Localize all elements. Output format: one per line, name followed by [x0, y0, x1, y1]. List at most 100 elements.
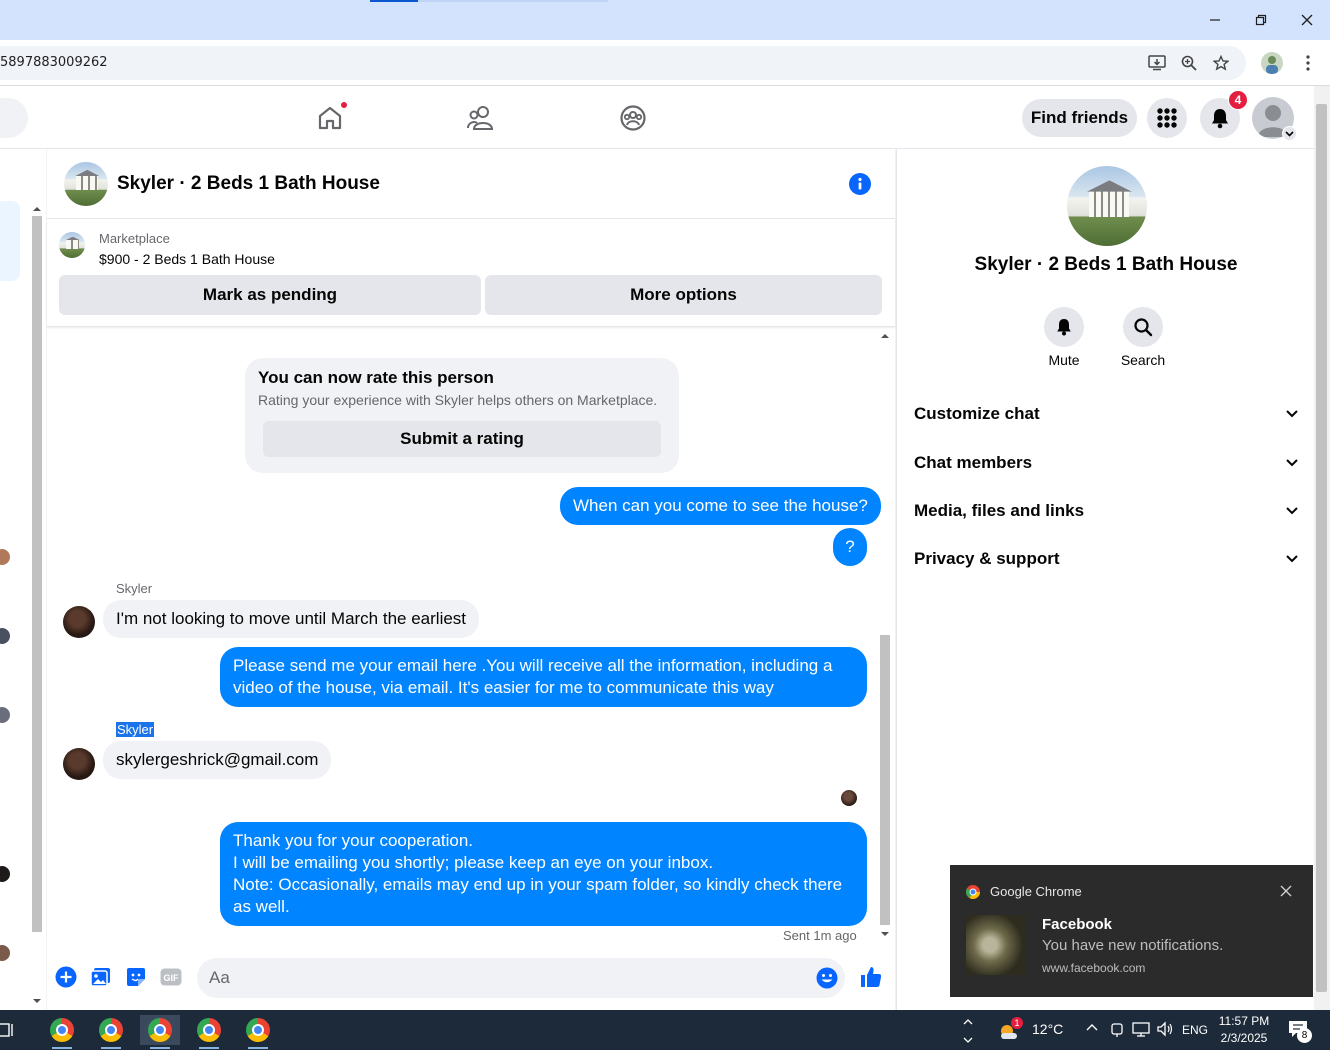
conversation-title[interactable]: Skyler · 2 Beds 1 Bath House [117, 173, 380, 195]
notification-image [966, 915, 1026, 975]
message-line: Note: Occasionally, emails may end up in… [233, 875, 843, 916]
chrome-taskbar-icon[interactable] [42, 1015, 82, 1049]
listing-thumbnail[interactable] [59, 232, 85, 258]
chat-list-avatar[interactable] [0, 866, 10, 882]
mute-button[interactable] [1044, 307, 1084, 347]
menu-grid-icon[interactable] [1147, 98, 1187, 138]
temperature[interactable]: 12°C [1032, 1021, 1063, 1037]
chevron-down-icon [1286, 507, 1298, 515]
find-friends-button[interactable]: Find friends [1022, 99, 1137, 137]
outgoing-message[interactable]: Thank you for your cooperation. I will b… [220, 822, 867, 926]
account-chevron-icon[interactable] [1282, 126, 1297, 141]
address-bar-row: 5897883009262 [0, 40, 1330, 86]
close-window-icon[interactable] [1292, 6, 1322, 34]
attach-photo-icon[interactable] [89, 965, 113, 989]
tab-strip-indicator[interactable] [418, 0, 608, 2]
system-clock[interactable]: 11:57 PM 2/3/2025 [1210, 1013, 1278, 1047]
active-tab-indicator[interactable] [370, 0, 418, 2]
network-icon[interactable] [1132, 1021, 1150, 1037]
search-button[interactable] [1123, 307, 1163, 347]
listing-price-title[interactable]: $900 - 2 Beds 1 Bath House [99, 251, 275, 267]
taskbar-scroll-arrows-icon[interactable] [958, 1015, 978, 1045]
facebook-search-box[interactable] [0, 98, 28, 138]
incoming-message[interactable]: skylergeshrick@gmail.com [103, 741, 332, 779]
omnibox[interactable]: 5897883009262 [0, 46, 1246, 80]
chat-list-avatar[interactable] [0, 707, 10, 723]
selected-chat-highlight[interactable] [0, 201, 20, 281]
mark-as-pending-button[interactable]: Mark as pending [59, 275, 481, 315]
browser-menu-icon[interactable] [1298, 50, 1318, 76]
details-title: Skyler · 2 Beds 1 Bath House [974, 254, 1238, 275]
more-actions-plus-icon[interactable] [54, 965, 78, 989]
friends-icon[interactable] [463, 100, 499, 136]
customize-chat-row[interactable]: Customize chat [914, 394, 1300, 434]
marketplace-listing-bar: Marketplace $900 - 2 Beds 1 Bath House M… [47, 219, 895, 327]
sent-status: Sent 1m ago [783, 928, 857, 943]
media-files-links-row[interactable]: Media, files and links [914, 491, 1300, 531]
message-input[interactable]: Aa [197, 958, 845, 998]
volume-icon[interactable] [1156, 1021, 1174, 1037]
message-scrollbar-thumb[interactable] [880, 635, 890, 925]
page-scrollbar-thumb[interactable] [1316, 104, 1327, 992]
sender-name-selected: Skyler [116, 722, 155, 737]
seen-indicator-avatar [841, 790, 857, 806]
conversation-avatar[interactable] [64, 162, 108, 206]
submit-rating-button[interactable]: Submit a rating [263, 421, 661, 457]
chrome-taskbar-icon[interactable] [189, 1015, 229, 1049]
clock-date: 2/3/2025 [1220, 1031, 1268, 1045]
meet-now-icon[interactable] [1110, 1021, 1124, 1037]
close-icon[interactable] [1278, 883, 1294, 899]
zoom-icon[interactable] [1178, 53, 1200, 73]
chat-list-avatar[interactable] [0, 549, 10, 565]
gif-icon[interactable]: GIF [159, 965, 183, 989]
conversation-pane: Skyler · 2 Beds 1 Bath House Marketplace… [47, 149, 895, 1010]
chat-list-avatar[interactable] [0, 628, 10, 644]
chat-members-row[interactable]: Chat members [914, 443, 1300, 483]
outgoing-message[interactable]: Please send me your email here .You will… [220, 647, 867, 707]
chrome-notification-toast[interactable]: Google Chrome Facebook You have new noti… [950, 865, 1313, 997]
details-avatar[interactable] [1067, 166, 1147, 246]
like-thumb-icon[interactable] [859, 965, 883, 989]
message-composer: GIF Aa [47, 949, 895, 1010]
install-app-icon[interactable] [1146, 53, 1168, 73]
section-label: Media, files and links [914, 501, 1085, 520]
page-scrollbar[interactable] [1314, 86, 1330, 1010]
bookmark-star-icon[interactable] [1210, 53, 1232, 73]
conversation-header: Skyler · 2 Beds 1 Bath House [47, 149, 895, 219]
chrome-taskbar-icon[interactable] [238, 1015, 278, 1049]
message-line: I will be emailing you shortly; please k… [233, 853, 714, 872]
facebook-top-nav: Find friends 4 [0, 86, 1314, 149]
incoming-message[interactable]: I'm not looking to move until March the … [103, 600, 480, 638]
emoji-icon[interactable] [816, 967, 838, 989]
section-label: Privacy & support [914, 549, 1060, 568]
restore-icon[interactable] [1246, 6, 1276, 34]
show-hidden-icons-chevron-icon[interactable] [1086, 1022, 1098, 1034]
browser-profile-avatar[interactable] [1261, 52, 1283, 74]
weather-alert-badge: 1 [1011, 1017, 1023, 1029]
outgoing-message[interactable]: When can you come to see the house? [560, 487, 881, 525]
message-scrollbar[interactable] [878, 329, 892, 941]
section-label: Customize chat [914, 404, 1040, 423]
more-options-button[interactable]: More options [485, 275, 882, 315]
info-icon[interactable] [849, 173, 871, 195]
chat-list-scrollbar-thumb[interactable] [32, 216, 42, 932]
minimize-icon[interactable] [1200, 6, 1230, 34]
clock-time: 11:57 PM [1218, 1014, 1270, 1028]
sticker-icon[interactable] [124, 965, 148, 989]
privacy-support-row[interactable]: Privacy & support [914, 539, 1300, 579]
outgoing-message[interactable]: ? [833, 528, 867, 566]
message-line: Thank you for your cooperation. [233, 831, 474, 850]
task-view-icon[interactable] [0, 1015, 20, 1045]
groups-icon[interactable] [615, 100, 651, 136]
input-language[interactable]: ENG [1182, 1023, 1208, 1037]
chat-list-avatar[interactable] [0, 945, 10, 961]
chat-list-scrollbar[interactable] [30, 200, 44, 1008]
search-label: Search [1120, 352, 1166, 368]
url-text[interactable]: 5897883009262 [0, 55, 108, 70]
sender-name: Skyler [116, 581, 153, 596]
chrome-taskbar-icon-active[interactable] [140, 1015, 180, 1049]
sender-avatar[interactable] [63, 606, 95, 638]
marketplace-label: Marketplace [99, 231, 170, 246]
sender-avatar[interactable] [63, 748, 95, 780]
chrome-taskbar-icon[interactable] [91, 1015, 131, 1049]
